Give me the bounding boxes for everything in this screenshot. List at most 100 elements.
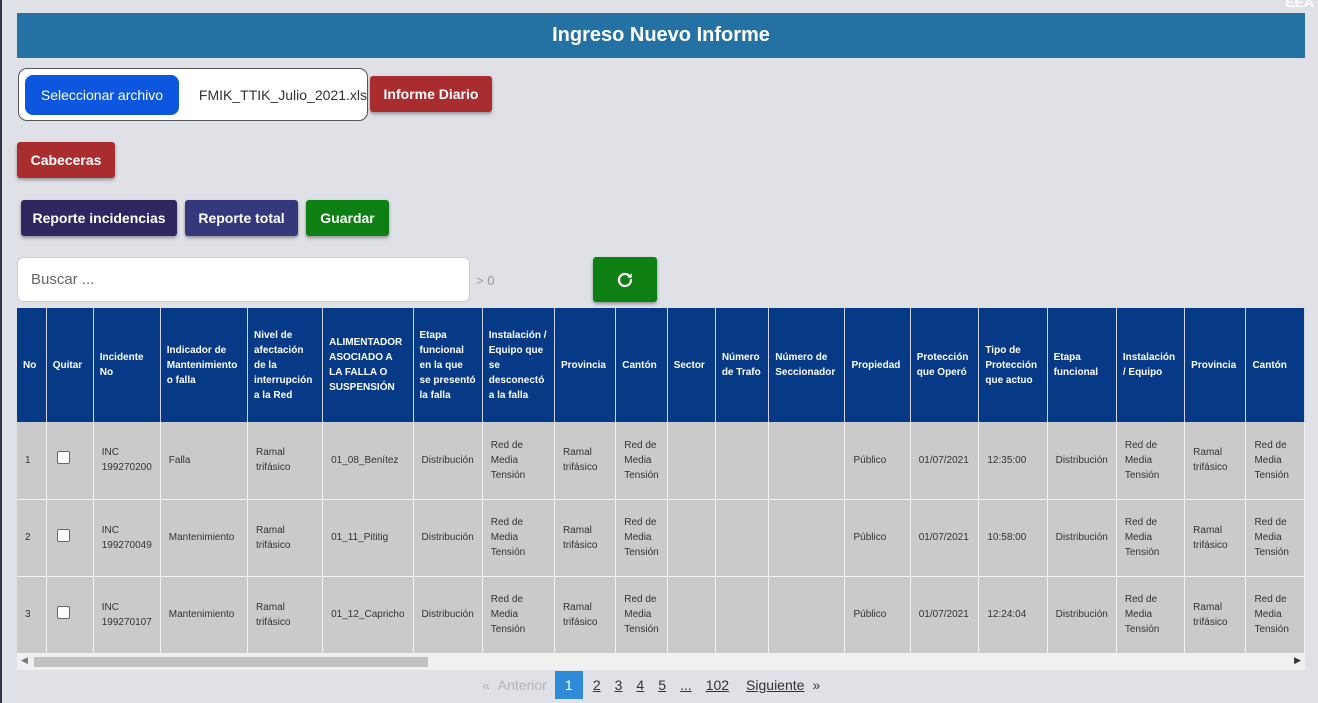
page-link-2[interactable]: 2 bbox=[593, 677, 601, 693]
column-header: Provincia bbox=[554, 308, 617, 422]
cell-incidente: INC 199270200 bbox=[93, 422, 161, 500]
informe-diario-button[interactable]: Informe Diario bbox=[370, 76, 492, 112]
table-row: 1 INC 199270200 Falla Ramal trifásico 01… bbox=[17, 422, 1305, 500]
cell-instalacion-2: Red de Media Tensión bbox=[1116, 422, 1186, 500]
file-picker[interactable]: Seleccionar archivo FMIK_TTIK_Julio_2021… bbox=[18, 68, 368, 121]
cell-provincia: Ramal trifásico bbox=[554, 576, 617, 654]
cell-proteccion: 01/07/2021 bbox=[910, 422, 980, 500]
cell-etapa-2: Distribución bbox=[1047, 576, 1117, 654]
select-file-button[interactable]: Seleccionar archivo bbox=[25, 74, 179, 115]
cell-canton-2: Red de Media Tensión bbox=[1245, 499, 1305, 577]
incidents-table-container[interactable]: No Quitar Incidente No Indicador de Mant… bbox=[17, 308, 1305, 654]
cell-provincia-2: Ramal trifásico bbox=[1184, 499, 1247, 577]
cell-alimentador: 01_12_Capricho bbox=[322, 576, 414, 654]
cell-quitar bbox=[46, 422, 94, 500]
cell-tipo-proteccion: 12:24:04 bbox=[978, 576, 1048, 654]
cell-provincia: Ramal trifásico bbox=[554, 422, 617, 500]
cell-trafo bbox=[715, 499, 770, 577]
column-header: Tipo de Protección que actuo bbox=[978, 308, 1048, 422]
next-page-link[interactable]: Siguiente bbox=[746, 677, 804, 693]
page-link-1[interactable]: 1 bbox=[554, 671, 583, 699]
cell-provincia-2: Ramal trifásico bbox=[1184, 422, 1247, 500]
cell-alimentador: 01_08_Benítez bbox=[322, 422, 414, 500]
result-count: > 0 bbox=[476, 273, 495, 288]
cell-no: 2 bbox=[17, 499, 47, 577]
corner-label: EEA bbox=[1285, 0, 1314, 10]
scroll-right-icon[interactable]: ▶ bbox=[1294, 655, 1301, 666]
cell-etapa: Distribución bbox=[413, 422, 483, 500]
cell-sector bbox=[667, 422, 716, 500]
cell-alimentador: 01_11_Pititig bbox=[322, 499, 414, 577]
remove-row-checkbox[interactable] bbox=[56, 451, 70, 465]
cell-incidente: INC 199270049 bbox=[93, 499, 161, 577]
cell-nivel: Ramal trifásico bbox=[247, 422, 324, 500]
cell-no: 1 bbox=[17, 422, 47, 500]
column-header: Cantón bbox=[1245, 308, 1305, 422]
page-link-last[interactable]: 102 bbox=[706, 677, 729, 693]
column-header: Provincia bbox=[1184, 308, 1247, 422]
cabeceras-button[interactable]: Cabeceras bbox=[17, 142, 115, 178]
cell-nivel: Ramal trifásico bbox=[247, 576, 324, 654]
cell-indicador: Falla bbox=[160, 422, 248, 500]
page-link-5[interactable]: 5 bbox=[658, 677, 666, 693]
selected-file-name: FMIK_TTIK_Julio_2021.xls bbox=[198, 86, 367, 103]
window-left-edge bbox=[0, 0, 2, 703]
column-header: Etapa funcional bbox=[1047, 308, 1117, 422]
prev-arrow-icon: « bbox=[482, 677, 490, 693]
cell-etapa: Distribución bbox=[413, 576, 483, 654]
cell-quitar bbox=[46, 499, 94, 577]
remove-row-checkbox[interactable] bbox=[56, 528, 70, 542]
scrollbar-thumb[interactable] bbox=[34, 657, 428, 667]
next-arrow-icon[interactable]: » bbox=[812, 677, 820, 693]
scroll-left-icon[interactable]: ◀ bbox=[21, 655, 28, 666]
page-title: Ingreso Nuevo Informe bbox=[17, 13, 1305, 58]
cell-instalacion: Red de Media Tensión bbox=[482, 576, 555, 654]
cell-sector bbox=[667, 499, 716, 577]
column-header: ALIMENTADOR ASOCIADO A LA FALLA O SUSPEN… bbox=[322, 308, 414, 422]
cell-incidente: INC 199270107 bbox=[93, 576, 161, 654]
page-link-4[interactable]: 4 bbox=[636, 677, 644, 693]
refresh-button[interactable] bbox=[593, 257, 657, 302]
cell-seccionador bbox=[768, 422, 846, 500]
incidents-table: No Quitar Incidente No Indicador de Mant… bbox=[17, 308, 1305, 654]
cell-proteccion: 01/07/2021 bbox=[910, 576, 980, 654]
cell-tipo-proteccion: 12:35:00 bbox=[978, 422, 1048, 500]
cell-provincia-2: Ramal trifásico bbox=[1184, 576, 1247, 654]
column-header: Quitar bbox=[46, 308, 94, 422]
table-row: 3 INC 199270107 Mantenimiento Ramal trif… bbox=[17, 576, 1305, 654]
cell-seccionador bbox=[768, 499, 846, 577]
cell-instalacion-2: Red de Media Tensión bbox=[1116, 499, 1186, 577]
remove-row-checkbox[interactable] bbox=[56, 605, 70, 619]
page-ellipsis[interactable]: ... bbox=[680, 677, 692, 693]
cell-instalacion: Red de Media Tensión bbox=[482, 499, 555, 577]
cell-trafo bbox=[715, 576, 770, 654]
cell-etapa-2: Distribución bbox=[1047, 422, 1117, 500]
reporte-total-button[interactable]: Reporte total bbox=[185, 200, 298, 236]
cell-proteccion: 01/07/2021 bbox=[910, 499, 980, 577]
page-link-3[interactable]: 3 bbox=[615, 677, 623, 693]
column-header: Propiedad bbox=[844, 308, 911, 422]
guardar-button[interactable]: Guardar bbox=[306, 200, 389, 236]
pagination: « Anterior 1 2 3 4 5 ... 102 Siguiente » bbox=[482, 671, 820, 699]
search-input[interactable] bbox=[17, 257, 470, 302]
cell-instalacion-2: Red de Media Tensión bbox=[1116, 576, 1186, 654]
cell-etapa-2: Distribución bbox=[1047, 499, 1117, 577]
column-header: Número de Trafo bbox=[715, 308, 770, 422]
cell-seccionador bbox=[768, 576, 846, 654]
column-header: Cantón bbox=[615, 308, 668, 422]
horizontal-scrollbar[interactable]: ◀ ▶ bbox=[17, 654, 1305, 670]
column-header: Sector bbox=[667, 308, 716, 422]
column-header: No bbox=[17, 308, 47, 422]
cell-etapa: Distribución bbox=[413, 499, 483, 577]
cell-instalacion: Red de Media Tensión bbox=[482, 422, 555, 500]
cell-propiedad: Público bbox=[844, 422, 911, 500]
cell-indicador: Mantenimiento bbox=[160, 576, 248, 654]
reporte-incidencias-button[interactable]: Reporte incidencias bbox=[21, 200, 177, 236]
prev-page-link[interactable]: Anterior bbox=[498, 677, 547, 693]
column-header: Incidente No bbox=[93, 308, 161, 422]
table-header-row: No Quitar Incidente No Indicador de Mant… bbox=[17, 308, 1305, 422]
cell-propiedad: Público bbox=[844, 576, 911, 654]
cell-canton-2: Red de Media Tensión bbox=[1245, 576, 1305, 654]
cell-canton-2: Red de Media Tensión bbox=[1245, 422, 1305, 500]
refresh-icon bbox=[617, 272, 633, 287]
